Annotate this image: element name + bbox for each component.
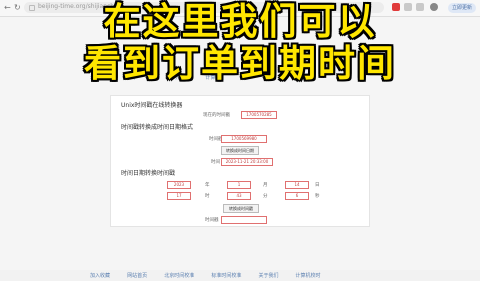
month-input[interactable]: 1 <box>227 181 251 189</box>
footer-link[interactable]: 北京时间校准 <box>164 273 194 279</box>
convert-to-date-button[interactable]: 转换成时间日期 <box>221 146 259 155</box>
footer-link[interactable]: 网站首页 <box>127 273 147 279</box>
hour-unit: 时 <box>205 194 210 199</box>
minute-unit: 分 <box>263 194 268 199</box>
day-unit: 日 <box>315 183 320 188</box>
timestamp-output-field[interactable] <box>221 216 267 224</box>
year-unit: 年 <box>205 183 210 188</box>
footer-link[interactable]: 计算机校时 <box>296 273 321 279</box>
year-input[interactable]: 2023 <box>167 181 191 189</box>
convert-to-timestamp-button[interactable]: 转换成时间戳 <box>223 204 259 213</box>
overlay-caption-line-1: 在这里我们可以 <box>103 0 377 43</box>
unix-converter-title: Unix时间戳在线转换器 <box>121 102 183 109</box>
result-time-label: 时间 <box>211 160 220 165</box>
footer-link[interactable]: 关于我们 <box>258 273 278 279</box>
timestamp-converter-card: Unix时间戳在线转换器 现在的时间戳 1700570285 时间戳转换成时间日… <box>110 95 370 227</box>
current-timestamp-field[interactable]: 1700570285 <box>241 111 277 119</box>
hour-input[interactable]: 17 <box>167 192 191 200</box>
result-time-field[interactable]: 2023-11-21 20:33:00 <box>221 158 273 166</box>
minute-input[interactable]: 43 <box>227 192 251 200</box>
timestamp-input[interactable]: 1700569980 <box>221 135 267 143</box>
second-unit: 秒 <box>315 194 320 199</box>
current-timestamp-label: 现在的时间戳 <box>203 113 230 118</box>
footer-link[interactable]: 标准时间校准 <box>211 273 241 279</box>
month-unit: 月 <box>263 183 268 188</box>
second-input[interactable]: 6 <box>285 192 309 200</box>
ts-to-date-title: 时间戳转换成时间日期格式 <box>121 124 194 131</box>
timestamp-output-label: 时间戳 <box>205 218 219 223</box>
footer-link[interactable]: 加入收藏 <box>90 273 110 279</box>
overlay-caption-line-2: 看到订单到期时间 <box>84 42 396 85</box>
date-to-ts-title: 时间日期转换时间戳 <box>121 170 176 177</box>
day-input[interactable]: 14 <box>285 181 309 189</box>
footer-links: 加入收藏 网站首页 北京时间校准 标准时间校准 关于我们 计算机校时 <box>90 262 390 279</box>
